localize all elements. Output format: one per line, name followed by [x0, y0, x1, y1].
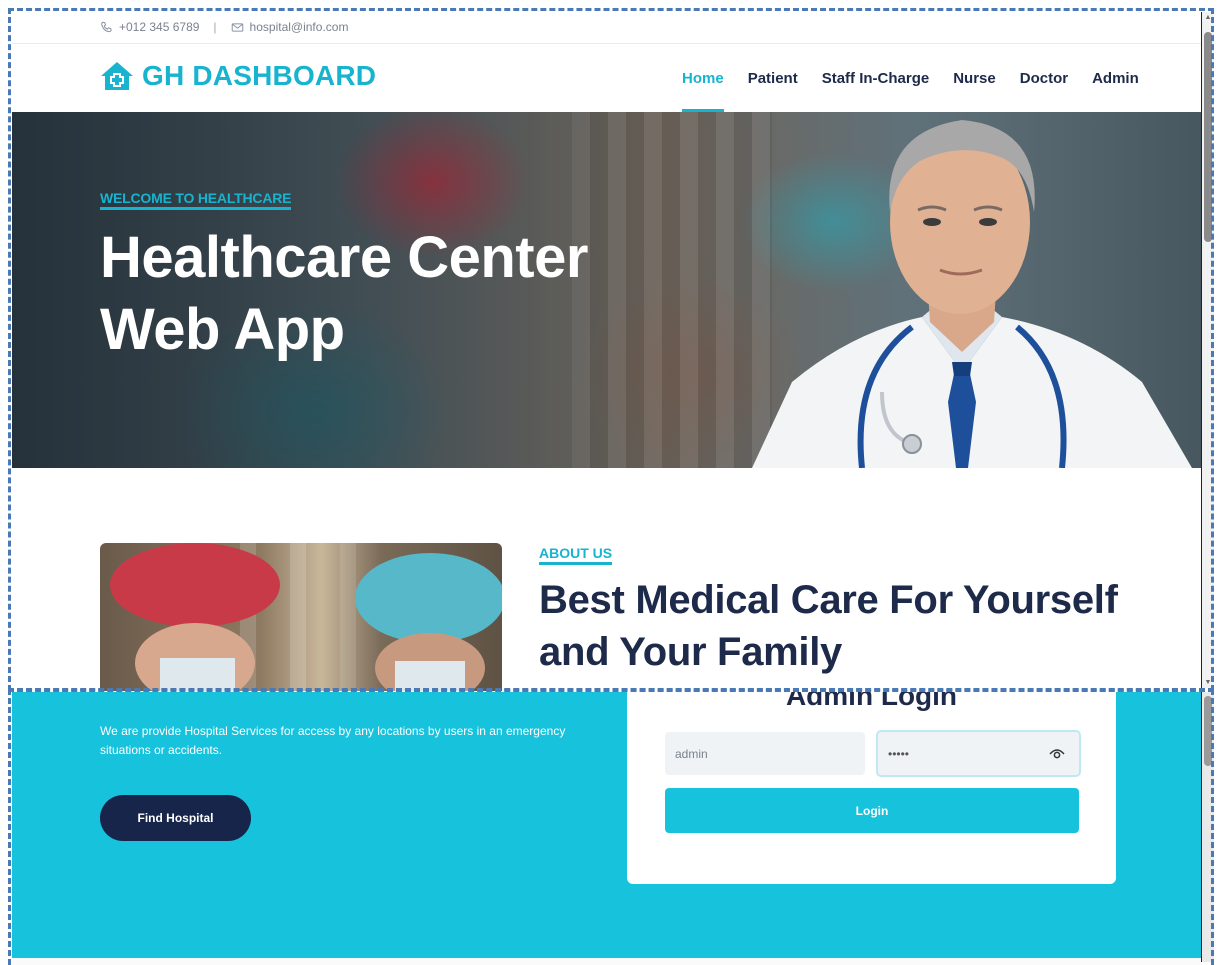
services-description: We are provide Hospital Services for acc… — [100, 724, 566, 757]
top-contact-bar: +012 345 6789 | hospital@info.com — [12, 12, 1202, 44]
nav-patient[interactable]: Patient — [748, 44, 798, 112]
admin-login-card: Admin Login Login — [627, 682, 1116, 884]
scrollbar-thumb[interactable] — [1204, 32, 1212, 242]
login-button[interactable]: Login — [665, 788, 1079, 833]
contact-separator: | — [213, 20, 217, 34]
surgeons-illustration — [110, 543, 502, 691]
hero-title: Healthcare Center Web App — [100, 225, 588, 362]
password-field[interactable] — [876, 730, 1081, 777]
about-title: Best Medical Care For Yourself and Your … — [539, 578, 1118, 674]
nav-home[interactable]: Home — [682, 44, 724, 112]
phone-icon — [101, 21, 112, 32]
phone-number[interactable]: +012 345 6789 — [119, 20, 199, 34]
login-title: Admin Login — [785, 680, 958, 711]
page-scrollbar[interactable]: ▲ ▼ — [1202, 12, 1214, 688]
envelope-icon — [231, 22, 243, 32]
email-address[interactable]: hospital@info.com — [250, 20, 349, 34]
footer-strip — [12, 958, 1201, 965]
surgeons-image — [100, 543, 502, 691]
lower-scrollbar[interactable] — [1202, 692, 1214, 962]
brand-logo[interactable]: GH DASHBOARD — [100, 60, 376, 92]
nav-admin[interactable]: Admin — [1092, 44, 1139, 112]
doctor-image — [752, 120, 1192, 468]
house-medical-icon — [101, 62, 133, 90]
brand-name: GH DASHBOARD — [142, 60, 377, 91]
about-eyebrow: ABOUT US — [539, 545, 613, 565]
scroll-up-icon[interactable]: ▲ — [1202, 14, 1214, 21]
hero-banner: WELCOME TO HEALTHCARE Healthcare Center … — [12, 112, 1202, 468]
nav-doctor[interactable]: Doctor — [1020, 44, 1068, 112]
nav-staff-in-charge[interactable]: Staff In-Charge — [822, 44, 930, 112]
hero-eyebrow: WELCOME TO HEALTHCARE — [100, 190, 291, 210]
contact-info: +012 345 6789 | hospital@info.com — [100, 20, 348, 34]
nav-nurse[interactable]: Nurse — [953, 44, 996, 112]
main-navbar: GH DASHBOARD Home Patient Staff In-Charg… — [12, 44, 1202, 112]
password-input[interactable] — [878, 732, 1048, 775]
username-input[interactable] — [665, 732, 865, 775]
lower-scrollbar-thumb[interactable] — [1204, 696, 1212, 766]
services-section: We are provide Hospital Services for acc… — [12, 682, 1201, 958]
find-hospital-button[interactable]: Find Hospital — [100, 795, 251, 841]
nav-links: Home Patient Staff In-Charge Nurse Docto… — [682, 44, 1139, 112]
scroll-down-icon[interactable]: ▼ — [1202, 679, 1214, 686]
eye-icon[interactable] — [1049, 746, 1065, 760]
